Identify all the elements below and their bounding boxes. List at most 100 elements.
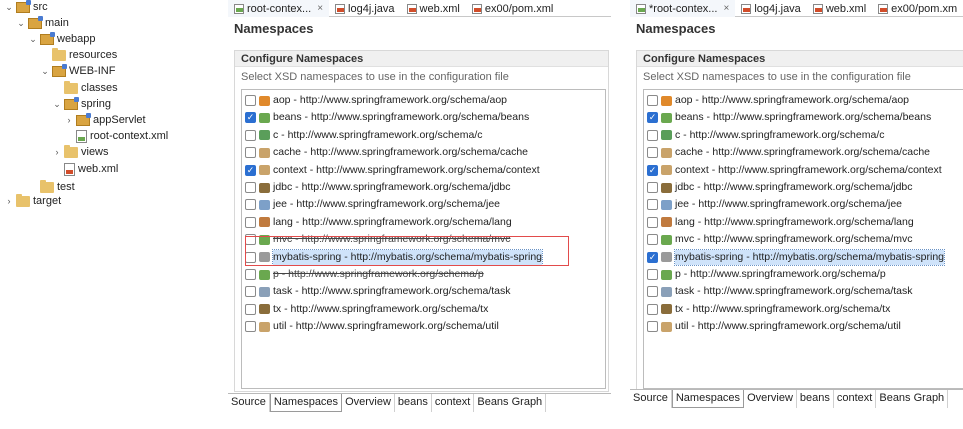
page-tab-overview[interactable]: Overview (744, 390, 797, 408)
namespace-checkbox[interactable] (245, 182, 256, 193)
chevron-right-icon[interactable]: › (4, 192, 14, 210)
namespace-item[interactable]: aop - http://www.springframework.org/sch… (647, 93, 909, 108)
package-folder-icon (40, 31, 55, 45)
chevron-down-icon[interactable]: ⌄ (52, 95, 62, 113)
page-tab-beans-graph[interactable]: Beans Graph (876, 390, 949, 408)
editor-tab-web-xml[interactable]: web.xml (807, 0, 872, 17)
close-icon[interactable]: × (317, 3, 323, 14)
editor-tab-ex00-pom-xm[interactable]: ex00/pom.xm (872, 0, 963, 17)
editor-tab-root-contex[interactable]: *root-contex... × (630, 0, 736, 17)
tree-item-views[interactable]: › views (52, 143, 109, 161)
page-tab-source[interactable]: Source (228, 394, 270, 412)
namespace-checkbox[interactable] (647, 321, 658, 333)
namespace-item[interactable]: util - http://www.springframework.org/sc… (245, 319, 499, 334)
namespace-checkbox[interactable]: ✓ (245, 112, 256, 124)
spring-xml-file-icon (636, 3, 646, 14)
editor-tab-root-contex[interactable]: root-contex... × (228, 0, 330, 17)
editor-tab-log4j-java[interactable]: log4j.java (329, 0, 400, 17)
namespace-label: util - http://www.springframework.org/sc… (273, 320, 499, 333)
namespace-item[interactable]: ✓ mybatis-spring - http://mybatis.org/sch… (647, 248, 946, 266)
page-tab-context[interactable]: context (432, 394, 475, 412)
namespace-icon (259, 130, 270, 141)
namespace-icon (661, 304, 672, 315)
chevron-down-icon[interactable]: ⌄ (16, 14, 26, 32)
namespace-checkbox[interactable] (245, 286, 256, 298)
namespace-checkbox[interactable] (245, 269, 256, 280)
namespace-checkbox[interactable] (245, 147, 256, 159)
namespace-checkbox[interactable]: ✓ (647, 112, 658, 124)
namespace-checkbox[interactable] (647, 147, 658, 159)
namespace-item[interactable]: cache - http://www.springframework.org/s… (647, 145, 930, 160)
namespace-checkbox[interactable] (245, 303, 256, 315)
chevron-right-icon[interactable]: › (52, 143, 62, 161)
page-tab-beans-graph[interactable]: Beans Graph (474, 394, 547, 412)
namespace-item[interactable]: lang - http://www.springframework.org/sc… (245, 215, 512, 230)
section-description: Select XSD namespaces to use in the conf… (643, 71, 911, 83)
page-tab-beans[interactable]: beans (395, 394, 432, 412)
package-folder-icon (76, 112, 91, 126)
namespace-item[interactable]: jdbc - http://www.springframework.org/sc… (647, 180, 913, 195)
namespace-checkbox[interactable] (245, 216, 256, 228)
namespace-item[interactable]: mvc - http://www.springframework.org/sch… (647, 232, 912, 247)
namespace-item[interactable]: p - http://www.springframework.org/schem… (647, 267, 886, 282)
editor-tab-log4j-java[interactable]: log4j.java (735, 0, 806, 17)
namespace-checkbox[interactable]: ✓ (647, 251, 658, 263)
close-icon[interactable]: × (723, 3, 729, 14)
namespace-checkbox[interactable] (647, 129, 658, 141)
namespace-item[interactable]: ✓ context - http://www.springframework.or… (647, 163, 942, 178)
namespace-item[interactable]: jee - http://www.springframework.org/sch… (647, 197, 902, 212)
namespace-icon (259, 165, 270, 176)
namespace-checkbox[interactable] (647, 216, 658, 228)
namespace-checkbox[interactable] (647, 182, 658, 193)
namespace-checkbox[interactable] (647, 269, 658, 280)
page-tab-source[interactable]: Source (630, 390, 672, 408)
namespace-item[interactable]: jee - http://www.springframework.org/sch… (245, 197, 500, 212)
namespace-item[interactable]: ✓ beans - http://www.springframework.org/… (245, 110, 529, 125)
namespace-item[interactable]: task - http://www.springframework.org/sc… (647, 284, 913, 299)
namespace-item[interactable]: tx - http://www.springframework.org/sche… (245, 302, 488, 317)
editor-tab-web-xml[interactable]: web.xml (401, 0, 466, 17)
page-tab-namespaces[interactable]: Namespaces (269, 394, 343, 412)
package-folder-icon (28, 15, 43, 29)
namespace-item[interactable]: ✓ beans - http://www.springframework.org/… (647, 110, 931, 125)
chevron-down-icon[interactable]: ⌄ (4, 0, 14, 16)
namespace-item[interactable]: lang - http://www.springframework.org/sc… (647, 215, 914, 230)
namespace-checkbox[interactable] (245, 129, 256, 141)
namespace-item[interactable]: aop - http://www.springframework.org/sch… (245, 93, 507, 108)
namespace-checkbox[interactable] (245, 95, 256, 106)
namespace-checkbox[interactable] (647, 199, 658, 211)
page-tab-context[interactable]: context (834, 390, 877, 408)
page-tab-overview[interactable]: Overview (342, 394, 395, 412)
namespace-icon (661, 234, 672, 245)
namespace-item[interactable]: cache - http://www.springframework.org/s… (245, 145, 528, 160)
chevron-down-icon[interactable]: ⌄ (40, 62, 50, 80)
tree-item-web-xml[interactable]: web.xml (52, 160, 118, 178)
namespace-item[interactable]: jdbc - http://www.springframework.org/sc… (245, 180, 511, 195)
namespace-checkbox[interactable]: ✓ (245, 164, 256, 176)
tab-label: *root-contex... (649, 2, 718, 15)
chevron-down-icon[interactable]: ⌄ (28, 30, 38, 48)
namespace-checkbox[interactable] (647, 234, 658, 246)
namespace-checkbox[interactable] (647, 286, 658, 298)
namespace-icon (259, 112, 270, 123)
tree-item-target[interactable]: › target (4, 192, 61, 210)
page-tab-beans[interactable]: beans (797, 390, 834, 408)
editor-tab-ex00-pom-xml[interactable]: ex00/pom.xml (466, 0, 559, 17)
tree-item-web-inf[interactable]: ⌄ WEB-INF (40, 62, 115, 80)
namespace-item[interactable]: task - http://www.springframework.org/sc… (245, 284, 511, 299)
namespace-item[interactable]: util - http://www.springframework.org/sc… (647, 319, 901, 334)
namespace-item[interactable]: ✓ context - http://www.springframework.or… (245, 163, 540, 178)
namespace-item[interactable]: p - http://www.springframework.org/schem… (245, 267, 484, 282)
namespace-item[interactable]: c - http://www.springframework.org/schem… (647, 128, 884, 143)
namespace-item[interactable]: tx - http://www.springframework.org/sche… (647, 302, 890, 317)
namespace-checkbox[interactable] (245, 199, 256, 211)
page-tab-namespaces[interactable]: Namespaces (671, 390, 745, 408)
namespace-item[interactable]: c - http://www.springframework.org/schem… (245, 128, 482, 143)
namespace-checkbox[interactable]: ✓ (647, 164, 658, 176)
editor-page-tabs: Source Namespaces Overview beans context Bean… (228, 393, 611, 412)
namespace-list[interactable]: aop - http://www.springframework.org/sch… (643, 89, 963, 389)
namespace-checkbox[interactable] (647, 303, 658, 315)
tab-label: ex00/pom.xml (484, 2, 554, 15)
namespace-checkbox[interactable] (245, 321, 256, 333)
namespace-checkbox[interactable] (647, 95, 658, 106)
